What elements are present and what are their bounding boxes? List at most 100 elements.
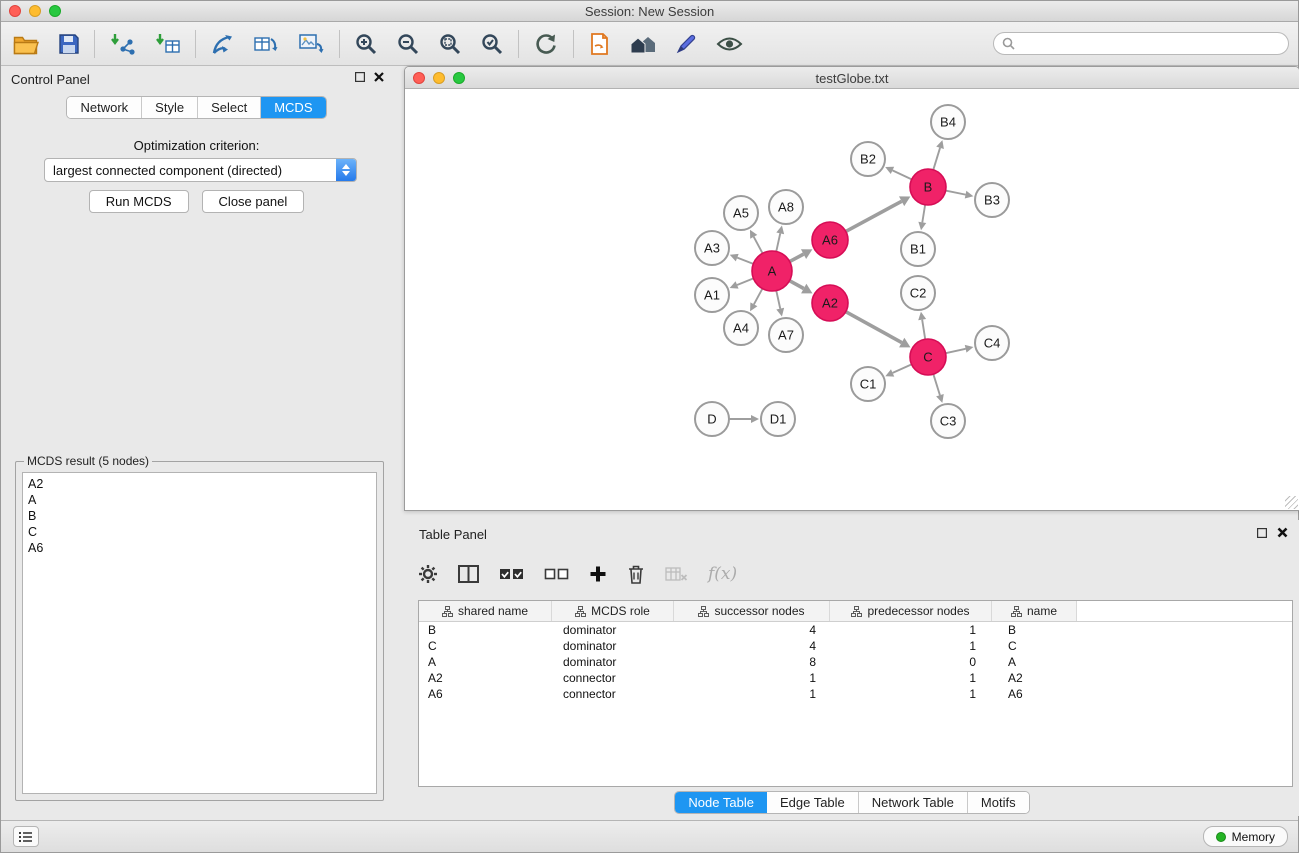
table-cell[interactable]: 1 bbox=[674, 686, 830, 702]
import-table-file-button[interactable] bbox=[154, 28, 181, 60]
table-row[interactable]: Cdominator41C bbox=[419, 638, 1292, 654]
run-mcds-button[interactable]: Run MCDS bbox=[89, 190, 189, 213]
table-cell[interactable]: A2 bbox=[992, 670, 1077, 686]
table-row[interactable]: A2connector11A2 bbox=[419, 670, 1292, 686]
zoom-in-button[interactable] bbox=[354, 28, 378, 60]
zoom-fit-button[interactable] bbox=[438, 28, 462, 60]
edge-A-A2[interactable] bbox=[790, 281, 804, 289]
mcds-result-item[interactable]: A6 bbox=[28, 540, 371, 556]
edge-B-B2[interactable] bbox=[892, 170, 911, 179]
column-header-shared-name[interactable]: shared name bbox=[419, 601, 552, 621]
table-settings-button[interactable] bbox=[418, 558, 438, 590]
function-builder-button[interactable]: f(x) bbox=[708, 558, 737, 590]
new-network-button[interactable] bbox=[253, 28, 280, 60]
delete-column-button[interactable] bbox=[627, 558, 645, 590]
column-header-mcds-role[interactable]: MCDS role bbox=[552, 601, 674, 621]
close-panel-button[interactable]: Close panel bbox=[202, 190, 305, 213]
edge-A-A1[interactable] bbox=[737, 278, 753, 285]
mcds-result-item[interactable]: B bbox=[28, 508, 371, 524]
mcds-result-item[interactable]: C bbox=[28, 524, 371, 540]
open-session-document-button[interactable] bbox=[588, 28, 611, 60]
table-cell[interactable]: dominator bbox=[552, 654, 674, 670]
edge-A-A7[interactable] bbox=[776, 291, 780, 309]
table-cell[interactable]: 8 bbox=[674, 654, 830, 670]
table-cell[interactable]: B bbox=[992, 622, 1077, 638]
close-table-panel-icon[interactable] bbox=[1277, 527, 1288, 538]
table-cell[interactable]: C bbox=[992, 638, 1077, 654]
delete-table-button[interactable] bbox=[665, 558, 688, 590]
network-window-titlebar[interactable]: testGlobe.txt bbox=[405, 67, 1299, 89]
table-cell[interactable]: A6 bbox=[992, 686, 1077, 702]
close-panel-icon[interactable] bbox=[374, 72, 384, 82]
edge-A-A3[interactable] bbox=[737, 258, 753, 264]
column-header-name[interactable]: name bbox=[992, 601, 1077, 621]
table-cell[interactable]: 4 bbox=[674, 638, 830, 654]
table-cell[interactable]: A bbox=[419, 654, 552, 670]
float-table-panel-icon[interactable] bbox=[1257, 528, 1267, 538]
edge-C-C2[interactable] bbox=[922, 320, 925, 340]
tab-edge-table[interactable]: Edge Table bbox=[767, 792, 859, 813]
table-cell[interactable]: connector bbox=[552, 670, 674, 686]
edge-B-B1[interactable] bbox=[922, 205, 925, 223]
show-columns-button[interactable] bbox=[458, 558, 479, 590]
table-cell[interactable]: dominator bbox=[552, 622, 674, 638]
add-column-button[interactable] bbox=[589, 558, 607, 590]
network-canvas[interactable]: AA6A2BCA1A3A4A5A7A8B1B2B3B4C1C2C3C4DD1 bbox=[405, 89, 1299, 510]
table-cell[interactable]: 1 bbox=[674, 670, 830, 686]
refresh-layout-button[interactable] bbox=[533, 28, 559, 60]
memory-button[interactable]: Memory bbox=[1203, 826, 1288, 847]
task-history-button[interactable] bbox=[13, 826, 39, 847]
import-network-file-button[interactable] bbox=[109, 28, 136, 60]
column-header-successor-nodes[interactable]: successor nodes bbox=[674, 601, 830, 621]
table-cell[interactable]: 1 bbox=[830, 686, 992, 702]
table-cell[interactable]: dominator bbox=[552, 638, 674, 654]
show-hide-button[interactable] bbox=[716, 28, 743, 60]
edge-A-A6[interactable] bbox=[790, 254, 804, 261]
edge-C-C1[interactable] bbox=[893, 364, 912, 373]
table-cell[interactable]: 1 bbox=[830, 622, 992, 638]
table-cell[interactable]: A bbox=[992, 654, 1077, 670]
table-cell[interactable]: 1 bbox=[830, 670, 992, 686]
select-all-button[interactable] bbox=[499, 558, 524, 590]
edge-B-B4[interactable] bbox=[933, 148, 940, 170]
import-network-url-button[interactable] bbox=[210, 28, 235, 60]
tab-node-table[interactable]: Node Table bbox=[675, 792, 767, 813]
edge-A6-B[interactable] bbox=[846, 201, 902, 231]
tab-motifs[interactable]: Motifs bbox=[968, 792, 1029, 813]
edge-A2-C[interactable] bbox=[846, 312, 902, 343]
table-row[interactable]: A6connector11A6 bbox=[419, 686, 1292, 702]
table-cell[interactable]: connector bbox=[552, 686, 674, 702]
edge-C-C4[interactable] bbox=[946, 349, 966, 353]
tab-network-table[interactable]: Network Table bbox=[859, 792, 968, 813]
mcds-result-item[interactable]: A bbox=[28, 492, 371, 508]
tab-network[interactable]: Network bbox=[67, 97, 142, 118]
save-session-button[interactable] bbox=[58, 28, 80, 60]
open-file-button[interactable] bbox=[13, 28, 40, 60]
edge-A-A8[interactable] bbox=[776, 233, 780, 251]
edge-A-A4[interactable] bbox=[754, 289, 763, 305]
table-cell[interactable]: 4 bbox=[674, 622, 830, 638]
float-panel-icon[interactable] bbox=[355, 72, 365, 82]
search-box[interactable] bbox=[993, 32, 1289, 55]
style-brush-button[interactable] bbox=[674, 28, 698, 60]
edge-C-C3[interactable] bbox=[933, 374, 940, 395]
tab-mcds[interactable]: MCDS bbox=[261, 97, 325, 118]
tab-style[interactable]: Style bbox=[142, 97, 198, 118]
resize-grip[interactable] bbox=[1285, 496, 1298, 509]
unselect-all-button[interactable] bbox=[544, 558, 569, 590]
table-cell[interactable]: A2 bbox=[419, 670, 552, 686]
table-cell[interactable]: A6 bbox=[419, 686, 552, 702]
home-button[interactable] bbox=[629, 28, 656, 60]
mcds-result-item[interactable]: A2 bbox=[28, 476, 371, 492]
tab-select[interactable]: Select bbox=[198, 97, 261, 118]
search-input[interactable] bbox=[1020, 36, 1280, 51]
table-row[interactable]: Adominator80A bbox=[419, 654, 1292, 670]
table-cell[interactable]: 1 bbox=[830, 638, 992, 654]
column-header-predecessor-nodes[interactable]: predecessor nodes bbox=[830, 601, 992, 621]
table-cell[interactable]: 0 bbox=[830, 654, 992, 670]
zoom-selected-button[interactable] bbox=[480, 28, 504, 60]
criterion-dropdown[interactable]: largest connected component (directed) bbox=[44, 158, 357, 182]
edge-A-A5[interactable] bbox=[754, 237, 763, 254]
table-cell[interactable]: B bbox=[419, 622, 552, 638]
zoom-out-button[interactable] bbox=[396, 28, 420, 60]
